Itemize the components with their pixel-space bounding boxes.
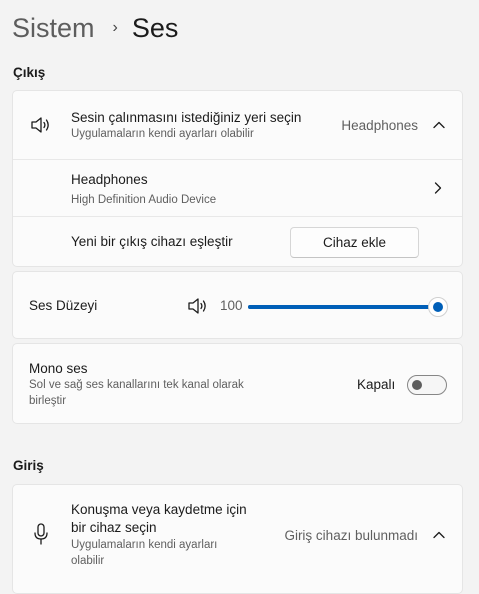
output-card: Sesin çalınmasını istediğiniz yeri seçin…: [12, 90, 463, 267]
input-choose-title-line1: Konuşma veya kaydetme için: [71, 502, 247, 517]
input-choose-subtitle-line1: Uygulamaların kendi ayarları: [71, 539, 218, 551]
chevron-up-icon[interactable]: [433, 119, 445, 131]
mono-state-label: Kapalı: [357, 377, 396, 392]
speaker-icon: [29, 113, 53, 137]
breadcrumb-parent[interactable]: Sistem: [12, 13, 95, 44]
input-device-selector[interactable]: Konuşma veya kaydetme için bir cihaz seç…: [13, 485, 462, 581]
mono-subtitle-line2: birleştir: [29, 395, 67, 407]
microphone-icon: [31, 522, 51, 546]
input-selected-device: Giriş cihazı bulunmadı: [284, 528, 418, 543]
pair-device-label: Yeni bir çıkış cihazı eşleştir: [71, 234, 233, 249]
volume-value: 100: [220, 298, 243, 313]
mono-subtitle-line1: Sol ve sağ ses kanallarını tek kanal ola…: [29, 379, 244, 391]
speaker-icon[interactable]: [187, 295, 209, 317]
device-description: High Definition Audio Device: [71, 194, 217, 206]
output-section-title: Çıkış: [13, 65, 46, 80]
output-device-selector[interactable]: Sesin çalınmasını istediğiniz yeri seçin…: [13, 91, 462, 159]
input-section-title: Giriş: [13, 458, 44, 473]
volume-slider-thumb[interactable]: [428, 297, 448, 317]
add-device-button[interactable]: Cihaz ekle: [290, 227, 419, 258]
mono-title: Mono ses: [29, 361, 88, 376]
volume-card: Ses Düzeyi 100: [12, 271, 463, 339]
chevron-right-icon: [432, 182, 444, 194]
page-title: Ses: [131, 12, 179, 43]
input-choose-title-line2: bir cihaz seçin: [71, 520, 157, 535]
volume-slider-fill: [248, 305, 438, 309]
output-choose-subtitle: Uygulamaların kendi ayarları olabilir: [71, 128, 254, 140]
mono-toggle[interactable]: [407, 375, 447, 395]
output-selected-device: Headphones: [341, 118, 418, 133]
breadcrumb: Sistem › Ses: [12, 8, 178, 48]
chevron-up-icon[interactable]: [433, 529, 445, 541]
breadcrumb-separator: ›: [112, 19, 118, 36]
input-choose-subtitle-line2: olabilir: [71, 555, 105, 567]
device-name: Headphones: [71, 172, 148, 187]
output-choose-title: Sesin çalınmasını istediğiniz yeri seçin: [71, 110, 302, 125]
pair-device-row: Yeni bir çıkış cihazı eşleştir Cihaz ekl…: [13, 217, 462, 268]
input-card: Konuşma veya kaydetme için bir cihaz seç…: [12, 484, 463, 594]
mono-audio-card: Mono ses Sol ve sağ ses kanallarını tek …: [12, 343, 463, 424]
device-headphones-row[interactable]: Headphones High Definition Audio Device: [13, 160, 462, 216]
volume-label: Ses Düzeyi: [29, 298, 98, 313]
